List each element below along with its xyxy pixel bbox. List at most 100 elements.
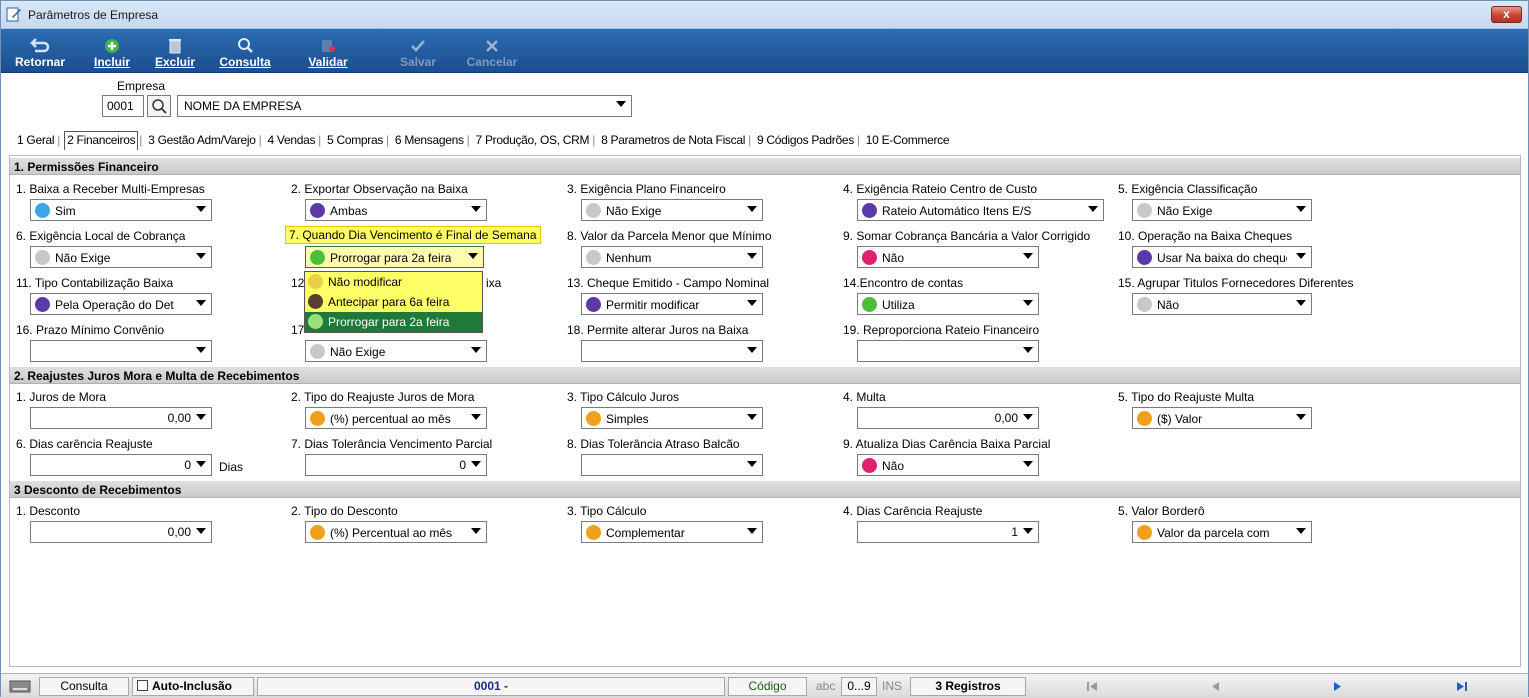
- field-label: 2. Exportar Observação na Baixa: [291, 182, 468, 196]
- tab-financeiros[interactable]: 2 Financeiros: [64, 131, 139, 150]
- chevron-down-icon: [1023, 300, 1033, 306]
- tab-mensagens[interactable]: 6 Mensagens: [393, 131, 466, 149]
- content-panel: 1. Permissões Financeiro 1. Baixa a Rece…: [9, 155, 1521, 667]
- tab-producao[interactable]: 7 Produção, OS, CRM: [474, 131, 592, 149]
- chevron-down-icon: [1296, 528, 1306, 534]
- exportar-observacao-select[interactable]: Ambas: [305, 199, 487, 221]
- atualiza-dias-carencia-select[interactable]: Não: [857, 454, 1039, 476]
- exigencia-plano-select[interactable]: Não Exige: [581, 199, 763, 221]
- field-label: 4. Dias Carência Reajuste: [843, 504, 983, 518]
- dropdown-option-antecipar[interactable]: Antecipar para 6a feira: [305, 292, 482, 312]
- cancelar-button[interactable]: Cancelar: [461, 31, 523, 71]
- empresa-search-button[interactable]: [147, 95, 171, 117]
- salvar-button[interactable]: Salvar: [395, 31, 441, 71]
- field-label: 6. Dias carência Reajuste: [16, 437, 153, 451]
- tipo-desconto-select[interactable]: (%) Percentual ao mês: [305, 521, 487, 543]
- status-dot-icon: [308, 314, 323, 329]
- field-label: 19. Reproporciona Rateio Financeiro: [843, 323, 1040, 337]
- field-label: 8. Valor da Parcela Menor que Mínimo: [567, 229, 772, 243]
- agrupar-fornecedores-select[interactable]: Não: [1132, 293, 1312, 315]
- tab-nota-fiscal[interactable]: 8 Parametros de Nota Fiscal: [599, 131, 747, 149]
- exigencia-rubrica-select[interactable]: Não Exige: [305, 340, 487, 362]
- local-cobranca-select[interactable]: Não Exige: [30, 246, 212, 268]
- title-bar: Parâmetros de Empresa x: [1, 1, 1528, 29]
- tab-compras[interactable]: 5 Compras: [325, 131, 385, 149]
- encontro-contas-select[interactable]: Utiliza: [857, 293, 1039, 315]
- status-dot-icon: [310, 203, 325, 218]
- document-edit-icon: [6, 7, 21, 22]
- tipo-calculo-juros-select[interactable]: Simples: [581, 407, 763, 429]
- tab-geral[interactable]: 1 Geral: [15, 131, 56, 149]
- dias-carencia-input[interactable]: 0: [30, 454, 212, 476]
- status-dot-icon: [1137, 411, 1152, 426]
- excluir-button[interactable]: Excluir: [151, 31, 199, 71]
- tab-vendas[interactable]: 4 Vendas: [266, 131, 318, 149]
- chevron-down-icon: [196, 528, 206, 534]
- close-button[interactable]: x: [1491, 6, 1522, 23]
- checkbox-box: [137, 680, 148, 691]
- exigencia-classificacao-select[interactable]: Não Exige: [1132, 199, 1312, 221]
- chevron-down-icon: [1296, 253, 1306, 259]
- status-dot-icon: [1137, 203, 1152, 218]
- empresa-name-select[interactable]: NOME DA EMPRESA: [177, 95, 632, 117]
- dropdown-option-nao-modificar[interactable]: Não modificar: [305, 272, 482, 292]
- baixa-multi-empresas-select[interactable]: Sim: [30, 199, 212, 221]
- multa-input[interactable]: 0,00: [857, 407, 1039, 429]
- tipo-reajuste-multa-select[interactable]: ($) Valor: [1132, 407, 1312, 429]
- last-record-icon[interactable]: [1456, 681, 1468, 692]
- tipo-calculo-select[interactable]: Complementar: [581, 521, 763, 543]
- prazo-convenio-select[interactable]: [30, 340, 212, 362]
- tab-gestao[interactable]: 3 Gestão Adm/Varejo: [146, 131, 257, 149]
- previous-record-icon[interactable]: [1210, 681, 1220, 692]
- chevron-down-icon: [1296, 206, 1306, 212]
- consulta-button[interactable]: Consulta: [215, 31, 275, 71]
- field-label: 3. Tipo Cálculo: [567, 504, 647, 518]
- juros-mora-input[interactable]: 0,00: [30, 407, 212, 429]
- dias-carencia-reajuste-input[interactable]: 1: [857, 521, 1039, 543]
- dias-tolerancia-parcial-input[interactable]: 0: [305, 454, 487, 476]
- parcela-menor-minimo-select[interactable]: Nenhum: [581, 246, 763, 268]
- validar-button[interactable]: Validar: [303, 31, 353, 71]
- field-label: 5. Exigência Classificação: [1118, 182, 1258, 196]
- dias-tolerancia-balcao-select[interactable]: [581, 454, 763, 476]
- reproporciona-rateio-select[interactable]: [857, 340, 1039, 362]
- dropdown-option-prorrogar[interactable]: Prorrogar para 2a feira: [305, 312, 482, 332]
- vencimento-final-semana-select[interactable]: Prorrogar para 2a feira: [305, 246, 484, 268]
- alterar-juros-select[interactable]: [581, 340, 763, 362]
- chevron-down-icon: [471, 528, 481, 534]
- somar-cobranca-select[interactable]: Não: [857, 246, 1039, 268]
- status-dot-icon: [310, 525, 325, 540]
- first-record-icon[interactable]: [1086, 681, 1098, 692]
- abc-indicator: abc: [816, 679, 836, 693]
- cheque-nominal-select[interactable]: Permitir modificar: [581, 293, 763, 315]
- chevron-down-icon: [747, 528, 757, 534]
- tab-ecommerce[interactable]: 10 E-Commerce: [864, 131, 951, 149]
- retornar-button[interactable]: Retornar: [9, 31, 71, 71]
- auto-inclusao-checkbox[interactable]: Auto-Inclusão: [132, 677, 254, 696]
- section-header-desconto: 3 Desconto de Recebimentos: [10, 481, 1520, 498]
- next-record-icon[interactable]: [1333, 681, 1343, 692]
- field-label: 14.Encontro de contas: [843, 276, 964, 290]
- tipo-reajuste-juros-select[interactable]: (%) percentual ao mês: [305, 407, 487, 429]
- valor-bordero-select[interactable]: Valor da parcela com: [1132, 521, 1312, 543]
- status-dot-icon: [310, 344, 325, 359]
- field-label: 18. Permite alterar Juros na Baixa: [567, 323, 749, 337]
- incluir-button[interactable]: Incluir: [87, 31, 137, 71]
- field-label: 2. Tipo do Desconto: [291, 504, 398, 518]
- rateio-centro-custo-select[interactable]: Rateio Automático Itens E/S: [857, 199, 1104, 221]
- field-label: 12: [291, 276, 305, 290]
- empresa-code-input[interactable]: 0001: [102, 95, 144, 117]
- contabilizacao-baixa-select[interactable]: Pela Operação do Det: [30, 293, 212, 315]
- baixa-cheques-select[interactable]: Usar Na baixa do cheque: [1132, 246, 1312, 268]
- field-label: 9. Somar Cobrança Bancária a Valor Corri…: [843, 229, 1091, 243]
- tab-codigos[interactable]: 9 Códigos Padrões: [755, 131, 856, 149]
- ins-indicator: INS: [882, 679, 903, 693]
- field-label: 5. Tipo do Reajuste Multa: [1118, 390, 1255, 404]
- status-dot-icon: [862, 203, 877, 218]
- chevron-down-icon: [471, 206, 481, 212]
- status-dot-icon: [1137, 297, 1152, 312]
- section-header-reajustes: 2. Reajustes Juros Mora e Multa de Receb…: [10, 367, 1520, 384]
- chevron-down-icon: [1023, 461, 1033, 467]
- desconto-input[interactable]: 0,00: [30, 521, 212, 543]
- chevron-down-icon: [747, 347, 757, 353]
